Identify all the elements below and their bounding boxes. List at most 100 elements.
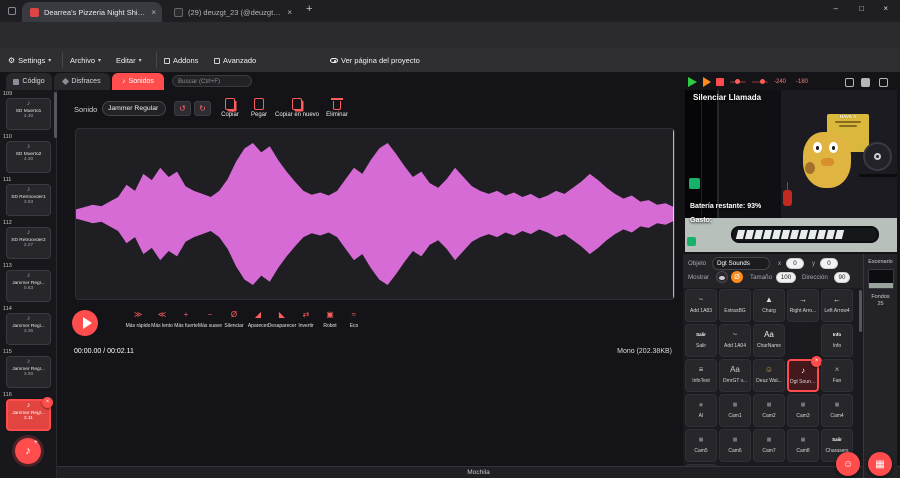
sound-list-item[interactable]: 112 ♪ SD Retroceder2 2.27 xyxy=(0,219,56,262)
copy-button[interactable]: Copiar xyxy=(216,98,244,118)
sound-list-item[interactable]: 115 ♪ Jammer Regl... 3.90 xyxy=(0,348,56,391)
edit-menu[interactable]: Editar ▾ xyxy=(116,56,142,65)
x-input[interactable] xyxy=(786,258,804,269)
tab-costumes[interactable]: Disfraces xyxy=(54,73,110,90)
sprite-tile[interactable]: ≡ InfoText xyxy=(685,359,717,392)
sound-card[interactable]: ♪ SD Muerto1 4.30 xyxy=(6,98,51,130)
new-tab-button[interactable]: + xyxy=(306,3,312,15)
window-minimize-button[interactable]: – xyxy=(834,4,838,13)
size-input[interactable] xyxy=(776,272,796,283)
sprite-tile[interactable]: ■ Cam8 xyxy=(787,429,819,462)
delete-sound-button[interactable]: Eliminar xyxy=(322,98,352,118)
tab-close-icon[interactable]: × xyxy=(281,8,298,17)
addons-menu[interactable]: Addons xyxy=(164,56,198,65)
redo-button[interactable]: ↻ xyxy=(194,101,211,116)
fullscreen-button[interactable] xyxy=(879,78,888,87)
add-backdrop-button[interactable]: ▦ xyxy=(868,452,892,476)
add-sprite-button[interactable]: ☺ xyxy=(836,452,860,476)
sprite-tile[interactable]: Aa CharName xyxy=(753,324,785,357)
sprite-tile[interactable]: ♪ Dgt Sounds × xyxy=(787,356,822,392)
sprite-tile[interactable]: ■ Cam6 xyxy=(719,429,751,462)
effect-button[interactable]: ▣ Robot xyxy=(318,310,342,329)
sound-list-item[interactable]: 114 ♪ Jammer Regl... 3.36 xyxy=(0,305,56,348)
effect-button[interactable]: ◢ Aparecer xyxy=(246,310,270,329)
show-sprite-button[interactable] xyxy=(716,271,728,283)
settings-menu[interactable]: ⚙ Settings ▾ xyxy=(8,56,51,65)
sound-list-item[interactable]: 109 ♪ SD Muerto1 4.30 xyxy=(0,90,56,133)
stage-selector-panel[interactable]: Escenario Fondos 25 xyxy=(863,254,897,478)
sprite-tile[interactable]: ~ Add 1A83 xyxy=(685,289,717,322)
tab-search-icon[interactable] xyxy=(8,7,16,15)
sprite-grid-scrollbar[interactable] xyxy=(859,290,862,332)
sound-list-item[interactable]: 110 ♪ SD Muerto2 4.30 xyxy=(0,133,56,176)
sound-list-item[interactable]: 111 ♪ SD Retroceder1 3.83 xyxy=(0,176,56,219)
pause-play-icon[interactable] xyxy=(703,77,711,87)
sound-list-item[interactable]: 113 ♪ Jammer Regl... 0.83 xyxy=(0,262,56,305)
project-page-link[interactable]: Ver página del proyecto xyxy=(330,56,420,65)
sprite-tile[interactable]: ☺ Rin Walk... xyxy=(685,464,717,466)
effect-button[interactable]: ◣ Desaparecer xyxy=(268,310,297,329)
small-stage-button[interactable] xyxy=(845,78,854,87)
sprite-tile[interactable]: × Fan xyxy=(821,359,853,392)
effect-button[interactable]: ≪ Más lento xyxy=(150,310,174,329)
browser-tab-secondary[interactable]: (29) deuzgt_23 (@deuzgt_23) × xyxy=(166,2,298,22)
sound-card[interactable]: ♪ Jammer Regl... 0.83 xyxy=(6,270,51,302)
sprite-tile[interactable]: Aa DmrGT v... xyxy=(719,359,751,392)
sprite-tile[interactable]: ■ Cam2 xyxy=(753,394,785,427)
sprite-tile[interactable]: ← Left Arrow4 xyxy=(821,289,853,322)
file-menu[interactable]: Archivo ▾ xyxy=(70,56,101,65)
sound-card[interactable]: ♪ Jammer Regl... 2.11 × xyxy=(6,397,53,431)
sound-card[interactable]: ♪ SD Muerto2 4.30 xyxy=(6,141,51,173)
browser-tab-turbowarp[interactable]: Dearrea's Pizzeria Night Shift - × xyxy=(22,2,162,22)
sprite-tile[interactable]: Salir Salir xyxy=(685,324,717,357)
sprite-tile[interactable]: ☺ Deuz Wal... xyxy=(753,359,785,392)
sound-list-item[interactable]: 116 ♪ Jammer Regl... 2.11 × xyxy=(0,391,56,434)
sprite-tile[interactable]: ● AI xyxy=(685,394,717,427)
sprite-tile[interactable]: ~ Add 1A04 xyxy=(719,324,751,357)
tab-close-icon[interactable]: × xyxy=(145,8,162,17)
sound-card[interactable]: ♪ Jammer Regl... 3.36 xyxy=(6,313,51,345)
green-flag-icon[interactable] xyxy=(688,77,697,87)
playhead-line[interactable] xyxy=(673,129,674,299)
effect-button[interactable]: + Más fuerte xyxy=(174,310,198,329)
sprite-tile[interactable]: ■ Cam4 xyxy=(821,394,853,427)
delete-sound-badge[interactable]: × xyxy=(42,397,53,408)
effect-button[interactable]: ≫ Más rápido xyxy=(126,310,151,329)
add-sound-button[interactable]: ♪ + xyxy=(15,438,41,464)
sprite-tile[interactable]: Info Info xyxy=(821,324,853,357)
window-close-button[interactable]: × xyxy=(883,4,888,13)
tab-code[interactable]: Código xyxy=(6,73,52,90)
window-maximize-button[interactable]: □ xyxy=(859,4,864,13)
tab-sounds[interactable]: ♪ Sonidos xyxy=(112,73,164,90)
effect-button[interactable]: ≈ Eco xyxy=(342,310,366,329)
framerate-slider[interactable] xyxy=(730,79,746,84)
play-sound-button[interactable] xyxy=(72,310,98,336)
hide-sprite-button[interactable]: Ø xyxy=(731,271,743,283)
sprite-tile[interactable]: ■ Cam1 xyxy=(719,394,751,427)
sprite-tile[interactable]: ExtrasBG xyxy=(719,289,751,322)
sprite-name-input[interactable] xyxy=(712,257,770,270)
undo-button[interactable]: ↺ xyxy=(174,101,191,116)
sound-name-input[interactable] xyxy=(102,101,166,116)
direction-input[interactable] xyxy=(834,272,850,283)
sound-card[interactable]: ♪ SD Retroceder2 2.27 xyxy=(6,227,51,259)
backpack-bar[interactable]: Mochila xyxy=(57,466,900,478)
backdrop-thumbnail[interactable] xyxy=(867,269,894,289)
large-stage-button[interactable] xyxy=(861,78,870,87)
effect-button[interactable]: Ø Silenciar xyxy=(222,310,246,329)
sound-card[interactable]: ♪ SD Retroceder1 3.83 xyxy=(6,184,51,216)
sprite-tile[interactable]: ■ Cam5 xyxy=(685,429,717,462)
sound-card[interactable]: ♪ Jammer Regl... 3.90 xyxy=(6,356,51,388)
waveform-panel[interactable] xyxy=(75,128,675,300)
search-input[interactable] xyxy=(172,75,252,87)
sprite-tile[interactable]: ■ Cam7 xyxy=(753,429,785,462)
stop-icon[interactable] xyxy=(716,78,724,86)
stage-canvas[interactable]: HAVE A Batería restante: 93% Gasto: Sile… xyxy=(685,90,897,252)
effect-button[interactable]: − Más suave xyxy=(198,310,222,329)
copy-to-new-button[interactable]: Copiar en nuevo xyxy=(274,98,320,118)
sprite-tile[interactable]: ■ Cam3 xyxy=(787,394,819,427)
sprite-tile[interactable]: → Right Arro... xyxy=(787,289,819,322)
advanced-menu[interactable]: Avanzado xyxy=(214,56,256,65)
sprite-tile[interactable]: ▲ Charg xyxy=(753,289,785,322)
y-input[interactable] xyxy=(820,258,838,269)
